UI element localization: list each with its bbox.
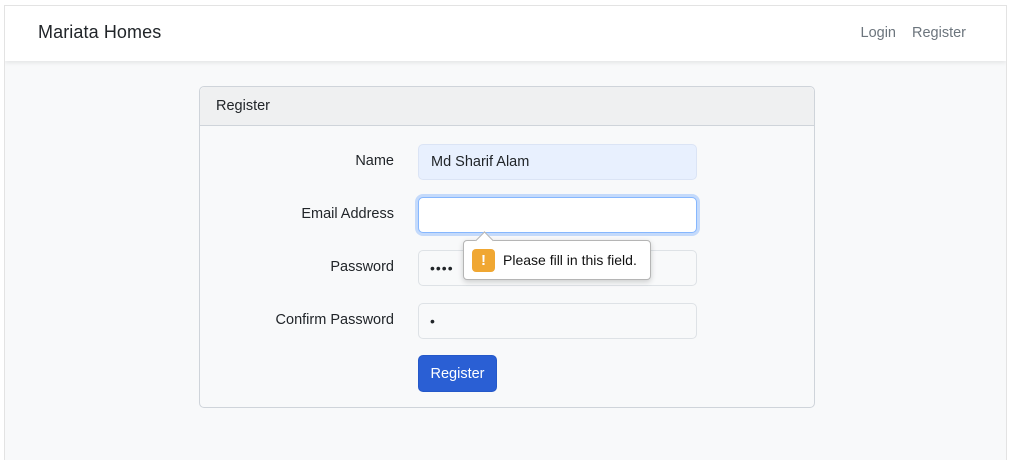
name-row: Name (200, 144, 814, 180)
name-input[interactable] (418, 144, 697, 180)
validation-message: Please fill in this field. (503, 252, 637, 268)
nav-register-link[interactable]: Register (912, 25, 966, 41)
email-label: Email Address (301, 206, 394, 222)
brand-link[interactable]: Mariata Homes (38, 22, 161, 43)
password-label: Password (330, 259, 394, 275)
confirm-password-input[interactable] (418, 303, 697, 339)
email-input[interactable] (418, 197, 697, 233)
nav-links: Login Register (861, 25, 966, 41)
name-label: Name (355, 153, 394, 169)
tooltip-arrow (475, 231, 494, 250)
register-card: Register Name Email Address Password •••… (199, 86, 815, 408)
validation-tooltip: ! Please fill in this field. (463, 231, 651, 280)
nav-login-link[interactable]: Login (861, 25, 896, 41)
card-header: Register (200, 87, 814, 126)
navbar: Mariata Homes Login Register (5, 6, 1006, 61)
browser-viewport: Mariata Homes Login Register Register Na… (4, 5, 1007, 460)
exclamation-icon: ! (472, 249, 495, 272)
confirm-password-row: Confirm Password • (200, 303, 814, 339)
register-button[interactable]: Register (418, 355, 497, 392)
confirm-password-label: Confirm Password (275, 312, 394, 328)
email-row: Email Address (200, 197, 814, 233)
